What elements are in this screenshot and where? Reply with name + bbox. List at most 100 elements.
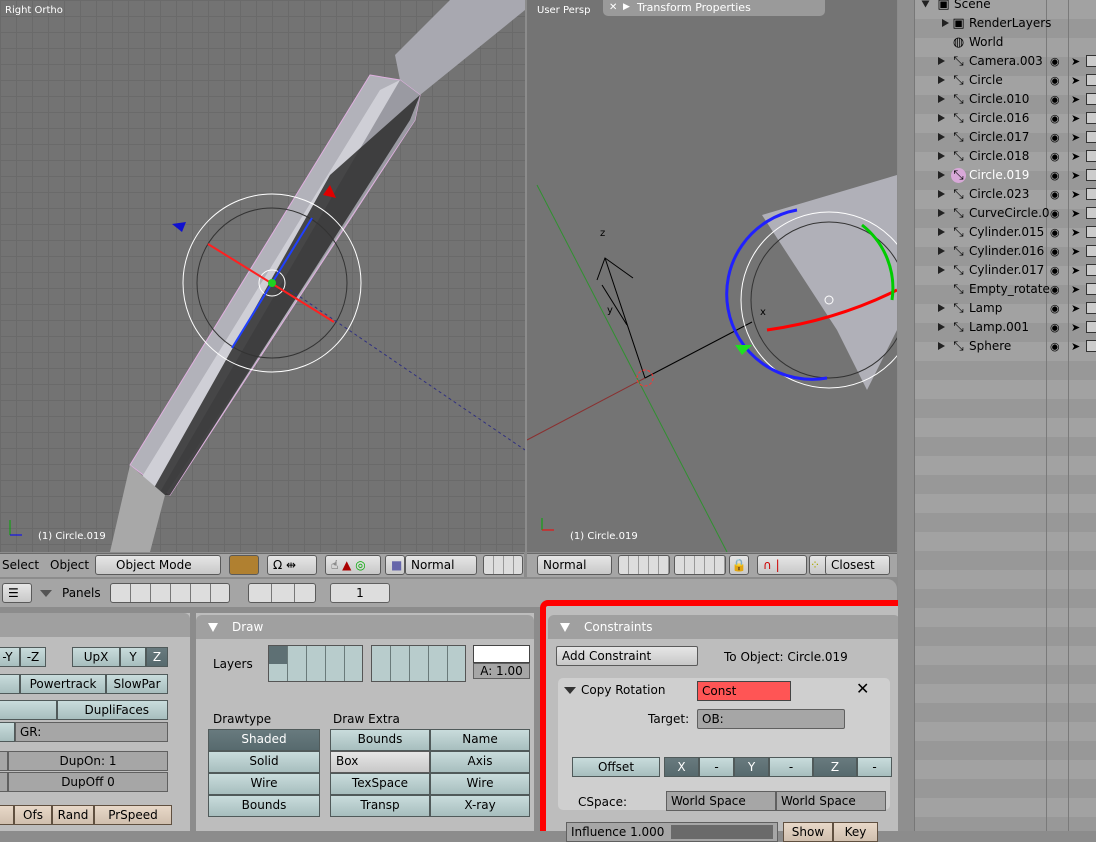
eye-icon[interactable]: ◉ xyxy=(1050,166,1060,185)
dupli-faces-button[interactable]: DupliFaces xyxy=(57,700,168,720)
axis-z-invert[interactable]: - xyxy=(857,757,892,777)
eye-icon[interactable]: ◉ xyxy=(1050,280,1060,299)
render-icon[interactable] xyxy=(1086,188,1096,200)
collapse-triangle-icon[interactable] xyxy=(564,687,576,694)
eye-icon[interactable]: ◉ xyxy=(1050,242,1060,261)
key-button[interactable]: Key xyxy=(833,822,878,842)
expand-icon[interactable] xyxy=(938,209,945,217)
snap-target-dropdown[interactable]: Closest xyxy=(825,555,890,575)
render-icon[interactable] xyxy=(1086,245,1096,257)
eye-icon[interactable]: ◉ xyxy=(1050,223,1060,242)
select-pointer-icon[interactable]: ➤ xyxy=(1071,280,1080,299)
outliner-item[interactable]: ⤡ CurveCircle.0 ◉ ➤ xyxy=(916,204,1096,223)
drawextra-name[interactable]: Name xyxy=(430,729,530,751)
outliner-item[interactable]: ⤡ Circle ◉ ➤ xyxy=(916,71,1096,90)
outliner-item[interactable]: ◍ World xyxy=(916,33,1096,52)
mode-dropdown[interactable]: Object Mode xyxy=(95,555,221,575)
drawtype-solid[interactable]: Solid xyxy=(208,751,320,773)
subcontext-buttons[interactable] xyxy=(248,583,316,603)
manipulator-buttons[interactable]: ☝ ▲ ◎ xyxy=(325,555,381,575)
up-x-button[interactable]: UpX xyxy=(72,647,120,667)
axis-y-invert[interactable]: - xyxy=(769,757,813,777)
render-icon[interactable] xyxy=(1086,207,1096,219)
outliner-item[interactable]: ⤡ Cylinder.017 ◉ ➤ xyxy=(916,261,1096,280)
layer-buttons-2[interactable] xyxy=(674,555,726,575)
prspeed-button[interactable]: PrSpeed xyxy=(94,805,172,825)
eye-icon[interactable]: ◉ xyxy=(1050,52,1060,71)
orientation-dropdown[interactable]: Normal xyxy=(405,555,477,575)
select-menu[interactable]: Select xyxy=(2,558,39,572)
outliner-item[interactable]: ⤡ Circle.016 ◉ ➤ xyxy=(916,109,1096,128)
render-icon[interactable] xyxy=(1086,340,1096,352)
eye-icon[interactable]: ◉ xyxy=(1050,299,1060,318)
draw-panel-header[interactable]: Draw xyxy=(196,615,534,639)
select-pointer-icon[interactable]: ➤ xyxy=(1071,299,1080,318)
render-icon[interactable] xyxy=(1086,55,1096,67)
outliner-item[interactable]: ⤡ Circle.018 ◉ ➤ xyxy=(916,147,1096,166)
slowpar-button[interactable]: SlowPar xyxy=(106,674,168,694)
outliner-item[interactable]: ▣ RenderLayers xyxy=(916,14,1096,33)
up-y-button[interactable]: Y xyxy=(120,647,146,667)
transform-properties-panel[interactable]: ✕ ▶ Transform Properties xyxy=(603,0,825,16)
expand-icon[interactable] xyxy=(938,57,945,65)
ofs-button[interactable]: Ofs xyxy=(14,805,52,825)
drawtype-wire[interactable]: Wire xyxy=(208,773,320,795)
render-icon[interactable] xyxy=(1086,93,1096,105)
render-icon[interactable] xyxy=(1086,112,1096,124)
constraints-panel-header[interactable]: Constraints xyxy=(548,615,900,639)
target-space-dropdown[interactable]: World Space xyxy=(776,791,886,811)
orientation-dropdown[interactable]: Normal xyxy=(537,555,612,575)
drawextra-wire[interactable]: Wire xyxy=(430,773,530,795)
draw-mode-button[interactable] xyxy=(229,555,259,575)
render-icon[interactable] xyxy=(1086,302,1096,314)
drawextra-texspace[interactable]: TexSpace xyxy=(330,773,430,795)
collapse-arrow-icon[interactable] xyxy=(40,590,52,597)
up-z-button[interactable]: Z xyxy=(146,647,168,667)
show-button[interactable]: Show xyxy=(783,822,833,842)
outliner-item[interactable]: ⤡ Cylinder.016 ◉ ➤ xyxy=(916,242,1096,261)
object-color-swatch[interactable] xyxy=(473,645,530,663)
viewport-user-persp[interactable]: User Persp ✕ ▶ Transform Properties z y … xyxy=(527,0,897,552)
object-button[interactable] xyxy=(0,674,20,694)
influence-slider[interactable]: Influence 1.000 xyxy=(566,822,778,842)
pivot-button[interactable]: Ω ⇹ xyxy=(267,555,317,575)
select-pointer-icon[interactable]: ➤ xyxy=(1071,337,1080,356)
outliner-item[interactable]: ⤡ Circle.023 ◉ ➤ xyxy=(916,185,1096,204)
axis-z-toggle[interactable]: Z xyxy=(813,757,857,777)
drawextra-bounds[interactable]: Bounds xyxy=(330,729,430,751)
eye-icon[interactable]: ◉ xyxy=(1050,185,1060,204)
axis-x-toggle[interactable]: X xyxy=(664,757,699,777)
drawtype-shaded[interactable]: Shaded xyxy=(208,729,320,751)
eye-icon[interactable]: ◉ xyxy=(1050,318,1060,337)
dup-sta-field[interactable] xyxy=(0,751,8,771)
drawextra-axis[interactable]: Axis xyxy=(430,751,530,773)
expand-icon[interactable] xyxy=(938,95,945,103)
select-pointer-icon[interactable]: ➤ xyxy=(1071,261,1080,280)
dupligroup-button[interactable] xyxy=(0,722,15,742)
constraint-name-field[interactable]: Const xyxy=(697,681,791,701)
viewport-right-ortho[interactable]: Right Ortho (1) Circle.019 xyxy=(0,0,525,552)
expand-icon[interactable] xyxy=(938,342,945,350)
eye-icon[interactable]: ◉ xyxy=(1050,261,1060,280)
outliner-item[interactable]: ▣ Scene xyxy=(916,0,1096,14)
eye-icon[interactable]: ◉ xyxy=(1050,204,1060,223)
dupon-field[interactable]: DupOn: 1 xyxy=(8,751,168,771)
outliner-item[interactable]: ⤡ Lamp.001 ◉ ➤ xyxy=(916,318,1096,337)
layer-grid-2[interactable] xyxy=(371,645,466,682)
expand-arrow-icon[interactable]: ▶ xyxy=(623,0,630,15)
render-icon[interactable] xyxy=(1086,321,1096,333)
rand-button[interactable]: Rand xyxy=(52,805,94,825)
outliner-item[interactable]: ⤡ Empty_rotate ◉ ➤ xyxy=(916,280,1096,299)
select-pointer-icon[interactable]: ➤ xyxy=(1071,109,1080,128)
target-field[interactable]: OB: xyxy=(697,709,845,729)
select-pointer-icon[interactable]: ➤ xyxy=(1071,242,1080,261)
select-pointer-icon[interactable]: ➤ xyxy=(1071,52,1080,71)
eye-icon[interactable]: ◉ xyxy=(1050,90,1060,109)
layer-grid-1[interactable] xyxy=(268,645,363,682)
expand-icon[interactable] xyxy=(938,171,945,179)
outliner-item[interactable]: ⤡ Circle.017 ◉ ➤ xyxy=(916,128,1096,147)
select-pointer-icon[interactable]: ➤ xyxy=(1071,128,1080,147)
dupoff-field[interactable]: DupOff 0 xyxy=(8,772,168,792)
select-pointer-icon[interactable]: ➤ xyxy=(1071,71,1080,90)
render-icon[interactable] xyxy=(1086,283,1096,295)
